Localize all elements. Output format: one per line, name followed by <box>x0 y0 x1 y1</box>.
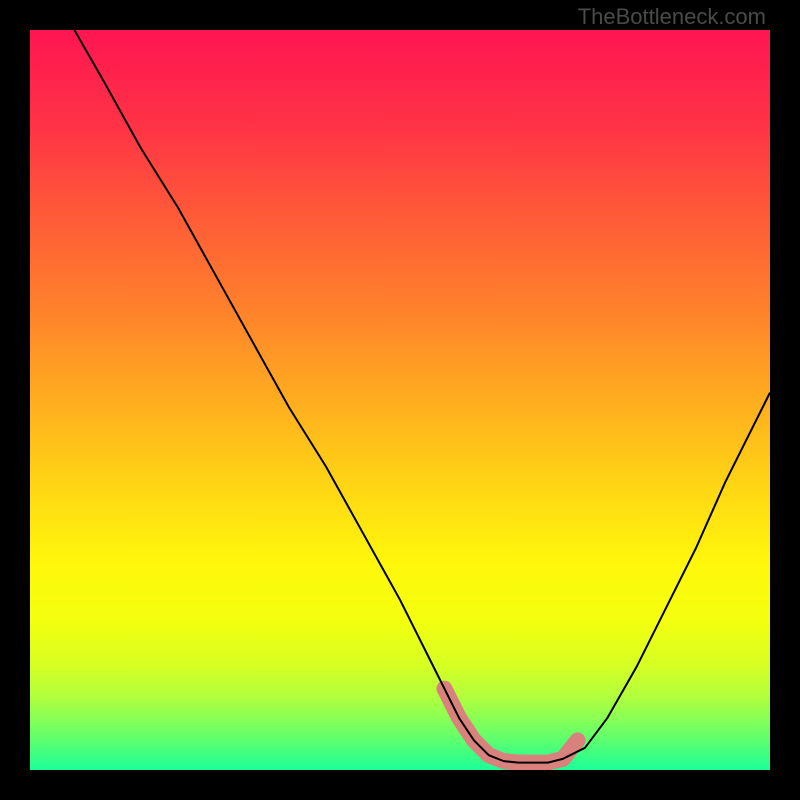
chart-svg <box>30 30 770 770</box>
watermark-label: TheBottleneck.com <box>578 4 766 30</box>
plot-area <box>30 30 770 770</box>
chart-container: TheBottleneck.com <box>0 0 800 800</box>
bottleneck-curve <box>74 30 770 763</box>
